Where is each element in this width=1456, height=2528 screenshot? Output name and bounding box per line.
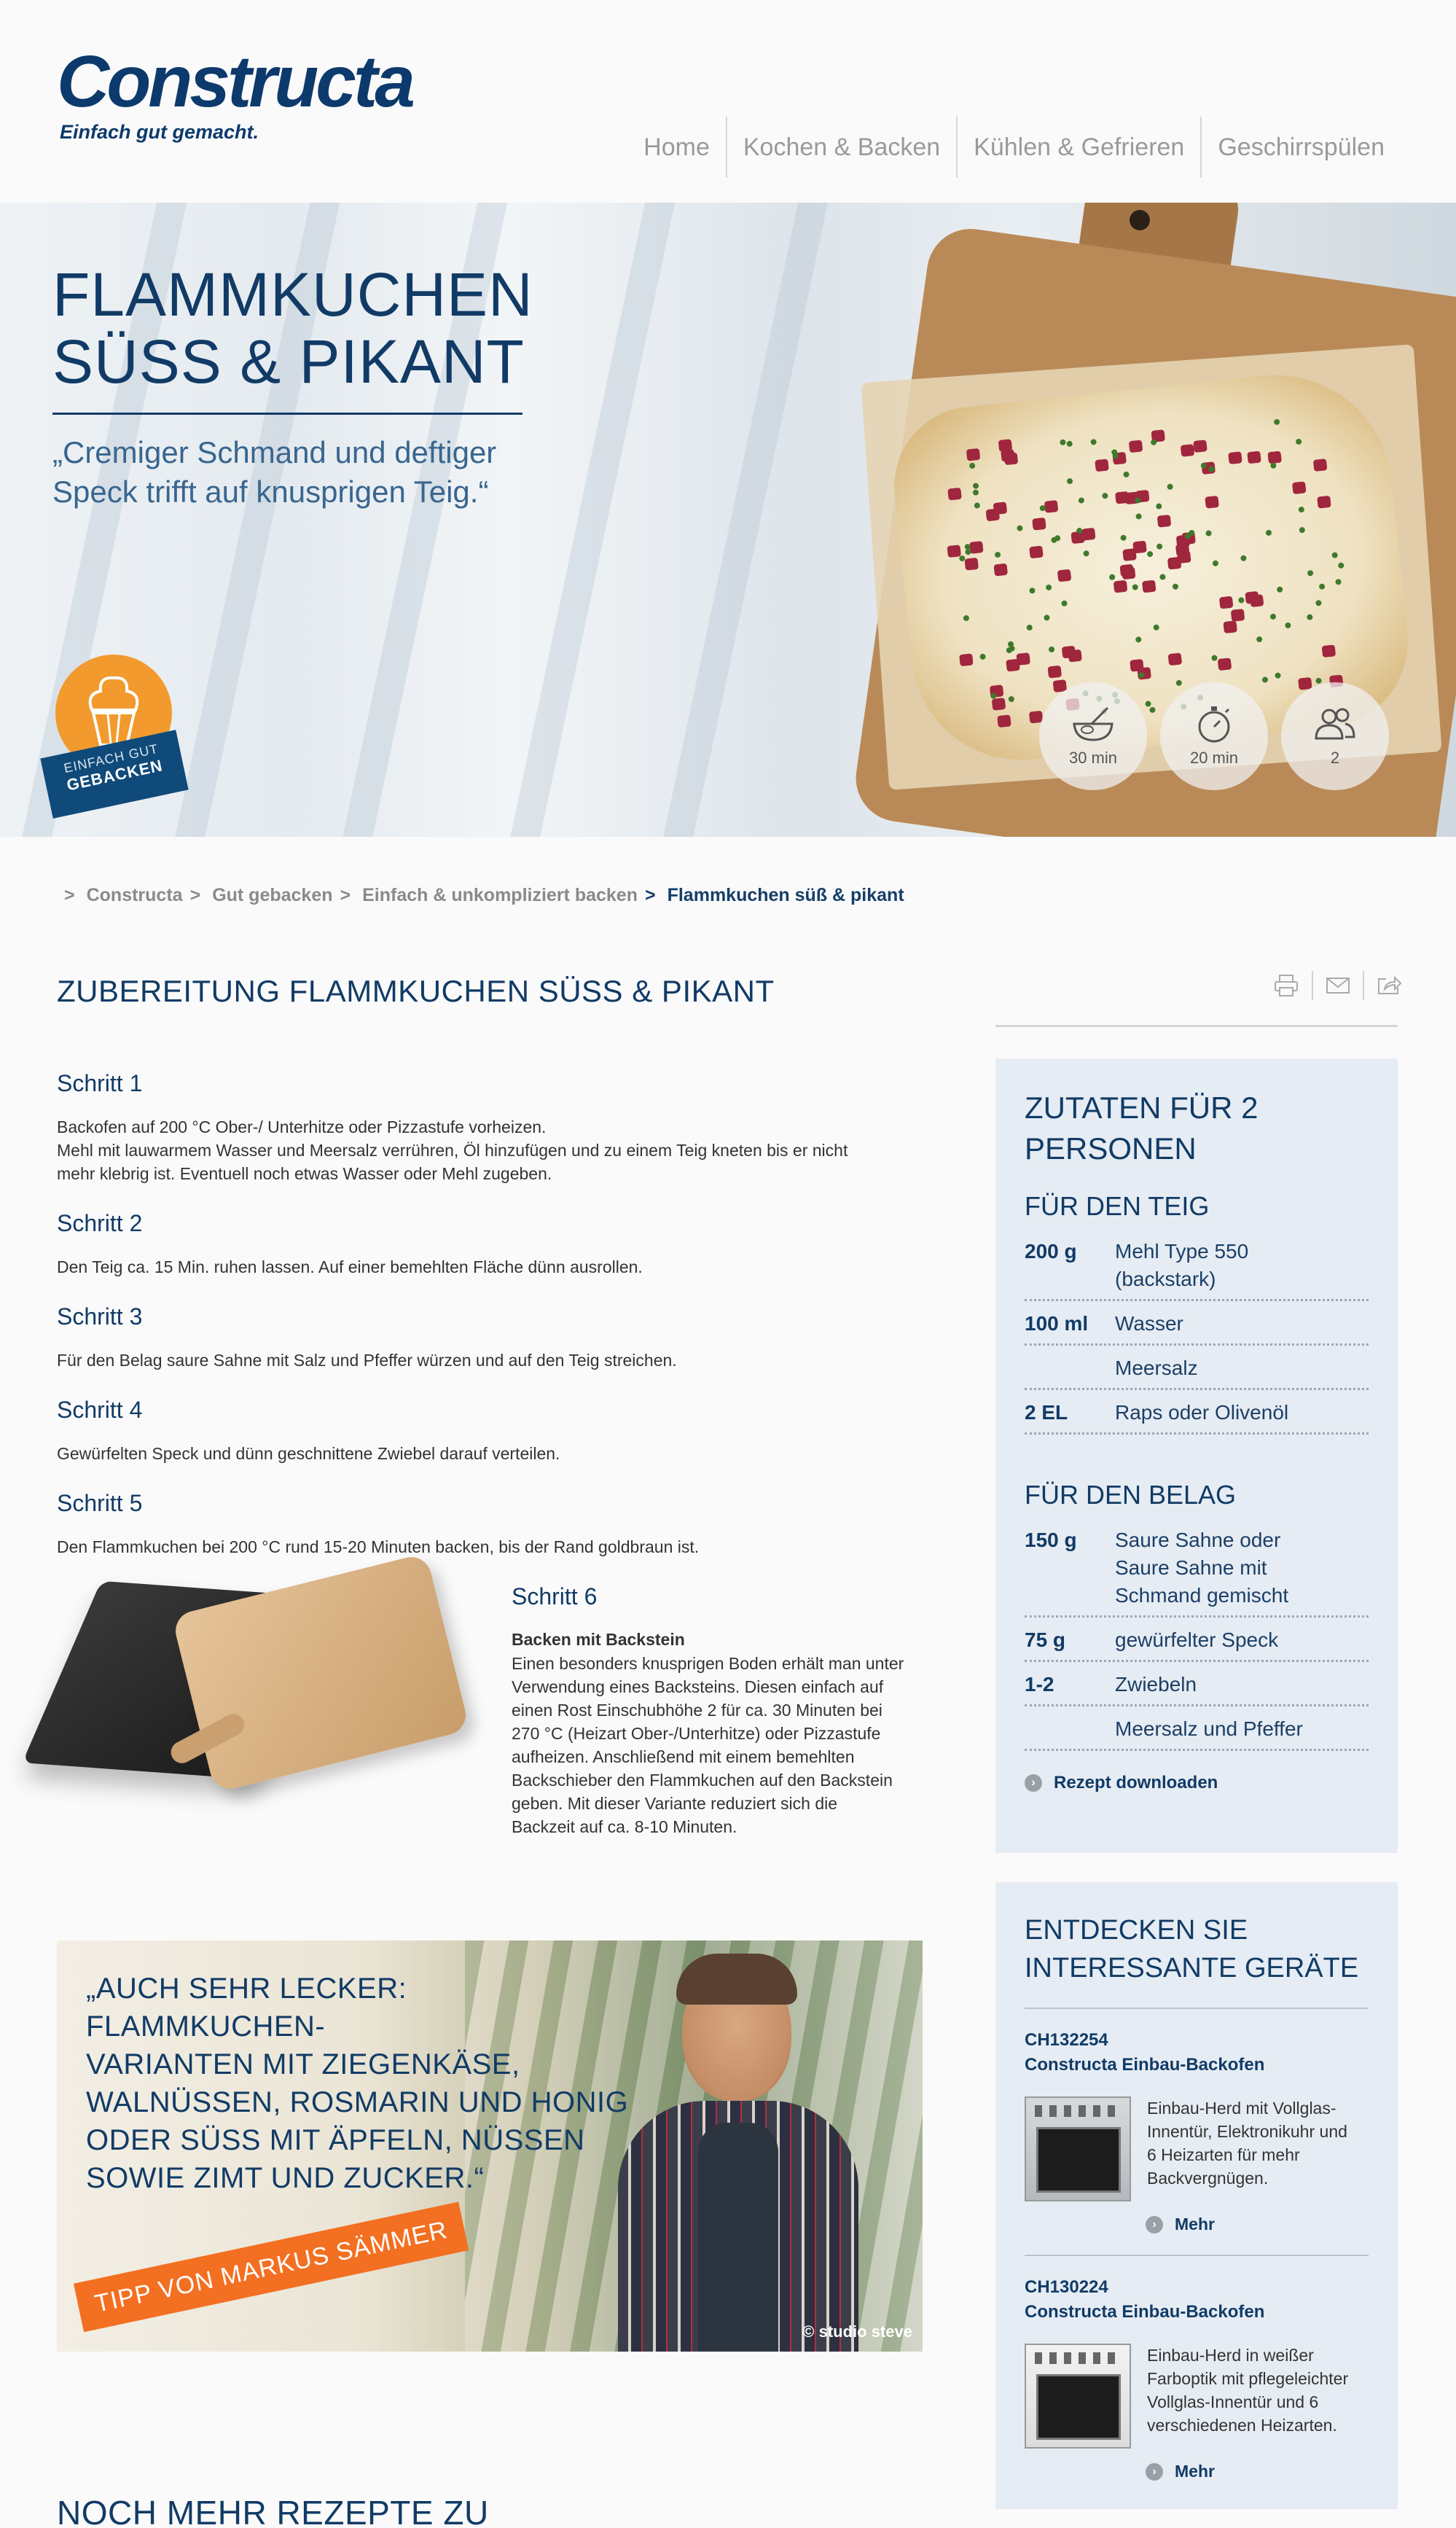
- step-6-subtitle: Backen mit Backstein: [512, 1630, 685, 1649]
- main-nav: Home Kochen & Backen Kühlen & Gefrieren …: [627, 117, 1401, 178]
- device-name[interactable]: CH132254 Constructa Einbau-Backofen: [1025, 2028, 1369, 2078]
- arrow-right-icon: ›: [1146, 2462, 1163, 2481]
- nav-home[interactable]: Home: [627, 117, 726, 178]
- hero-divider: [52, 413, 522, 415]
- oven-image[interactable]: [1025, 2096, 1131, 2201]
- stopwatch-icon: [1198, 706, 1230, 743]
- ingredient-row: 75 g gewürfelter Speck: [1025, 1625, 1369, 1662]
- breadcrumb-item-constructa[interactable]: Constructa: [87, 885, 183, 906]
- constructa-logo[interactable]: Constructa Einfach gut gemacht.: [57, 41, 415, 144]
- ingredient-group-title: FÜR DEN BELAG: [1025, 1480, 1237, 1510]
- hero-banner: FLAMMKUCHEN SÜSS & PIKANT „Cremiger Schm…: [0, 203, 1456, 837]
- device-description: Einbau-Herd mit Vollglas- Innentür, Elek…: [1147, 2099, 1347, 2188]
- nav-kuehlen-gefrieren[interactable]: Kühlen & Gefrieren: [956, 117, 1200, 178]
- breadcrumb: > Constructa > Gut gebacken > Einfach & …: [64, 885, 904, 906]
- device-description: Einbau-Herd in weißer Farboptik mit pfle…: [1147, 2346, 1349, 2435]
- step-5-text: Den Flammkuchen bei 200 °C rund 15-20 Mi…: [57, 1537, 700, 1556]
- ingredients-panel: ZUTATEN FÜR 2 PERSONEN FÜR DEN TEIG 200 …: [995, 1058, 1398, 1853]
- step-4-title: Schritt 4: [57, 1397, 143, 1423]
- arrow-right-icon: ›: [1025, 1774, 1042, 1792]
- step-2-text: Den Teig ca. 15 Min. ruhen lassen. Auf e…: [57, 1257, 643, 1276]
- logo-wordmark: Constructa: [57, 41, 415, 122]
- logo-tagline: Einfach gut gemacht.: [60, 121, 259, 143]
- ingredient-group-title: FÜR DEN TEIG: [1025, 1191, 1210, 1221]
- breadcrumb-item-einfach-backen[interactable]: Einfach & unkompliziert backen: [362, 885, 638, 906]
- device-card: Einbau-Herd in weißer Farboptik mit pfle…: [1025, 2344, 1369, 2449]
- print-button[interactable]: [1261, 971, 1312, 1000]
- step-3-title: Schritt 3: [57, 1303, 143, 1330]
- ingredient-row: 1-2 Zwiebeln: [1025, 1669, 1369, 1706]
- step-1-title: Schritt 1: [57, 1070, 143, 1096]
- nav-geschirrspuelen[interactable]: Geschirrspülen: [1200, 117, 1401, 178]
- device-card: Einbau-Herd mit Vollglas- Innentür, Elek…: [1025, 2096, 1369, 2201]
- step-4-text: Gewürfelten Speck und dünn geschnittene …: [57, 1444, 560, 1463]
- servings-badge: 2: [1281, 682, 1389, 790]
- step-5-title: Schritt 5: [57, 1490, 143, 1516]
- ingredients-title: ZUTATEN FÜR 2 PERSONEN: [1025, 1091, 1259, 1166]
- oven-image[interactable]: [1025, 2344, 1131, 2449]
- ingredient-row: 200 g Mehl Type 550 (backstark): [1025, 1236, 1369, 1301]
- photo-credit: © studio steve: [802, 2322, 912, 2341]
- ingredient-row: Meersalz: [1025, 1353, 1369, 1390]
- device-more-link[interactable]: › Mehr: [1146, 2462, 1369, 2481]
- page-title: ZUBEREITUNG FLAMMKUCHEN SÜSS & PIKANT: [57, 974, 775, 1008]
- devices-title: ENTDECKEN SIE INTERESSANTE GERÄTE: [1025, 1915, 1359, 1983]
- site-header: Constructa Einfach gut gemacht. Home Koc…: [0, 0, 1456, 203]
- recipe-info: 30 min 20 min 2: [1039, 682, 1389, 790]
- badge-ribbon: EINFACH GUT GEBACKEN: [40, 730, 189, 819]
- hero-title: FLAMMKUCHEN SÜSS & PIKANT: [52, 260, 533, 396]
- tip-quote: „AUCH SEHR LECKER: FLAMMKUCHEN- VARIANTE…: [86, 1973, 629, 2194]
- download-recipe-link[interactable]: › Rezept downloaden: [1025, 1773, 1369, 1793]
- step-6-text: Einen besonders knusprigen Boden erhält …: [512, 1654, 904, 1836]
- ingredient-row: Meersalz und Pfeffer: [1025, 1714, 1369, 1751]
- people-icon: [1315, 708, 1355, 740]
- breadcrumb-current: Flammkuchen süß & pikant: [667, 885, 904, 905]
- breadcrumb-item-gut-gebacken[interactable]: Gut gebacken: [212, 885, 332, 906]
- share-icon: [1378, 975, 1402, 994]
- arrow-right-icon: ›: [1146, 2215, 1163, 2234]
- tip-banner: „AUCH SEHR LECKER: FLAMMKUCHEN- VARIANTE…: [57, 1940, 923, 2352]
- breadcrumb-separator: >: [644, 885, 656, 905]
- prep-time-badge: 30 min: [1039, 682, 1147, 790]
- step-3-text: Für den Belag saure Sahne mit Salz und P…: [57, 1351, 677, 1370]
- page-tools: [1261, 971, 1414, 1000]
- device-more-link[interactable]: › Mehr: [1146, 2215, 1369, 2234]
- ingredient-row: 150 g Saure Sahne oder Saure Sahne mit S…: [1025, 1525, 1369, 1618]
- tip-ribbon: TIPP VON MARKUS SÄMMER: [73, 2201, 469, 2333]
- device-name[interactable]: CH130224 Constructa Einbau-Backofen: [1025, 2275, 1369, 2325]
- breadcrumb-separator: >: [189, 885, 201, 905]
- gebacken-badge: EINFACH GUT GEBACKEN: [40, 655, 191, 819]
- more-recipes-heading: NOCH MEHR REZEPTE ZU: [57, 2494, 489, 2528]
- nav-kochen-backen[interactable]: Kochen & Backen: [725, 117, 956, 178]
- step-6-title: Schritt 6: [512, 1583, 598, 1610]
- printer-icon: [1275, 975, 1298, 996]
- breadcrumb-separator: >: [64, 885, 75, 905]
- ingredient-row: 2 EL Raps oder Olivenöl: [1025, 1397, 1369, 1435]
- share-button[interactable]: [1363, 971, 1414, 1000]
- bowl-whisk-icon: [1073, 706, 1113, 741]
- breadcrumb-separator: >: [340, 885, 351, 905]
- email-button[interactable]: [1312, 971, 1363, 1000]
- devices-panel: ENTDECKEN SIE INTERESSANTE GERÄTE CH1322…: [995, 1882, 1398, 2509]
- step-2-title: Schritt 2: [57, 1210, 143, 1236]
- step-1-text: Backofen auf 200 °C Ober-/ Unterhitze od…: [57, 1117, 848, 1183]
- mail-icon: [1326, 978, 1350, 994]
- bake-time-badge: 20 min: [1160, 682, 1268, 790]
- hero-quote: „Cremiger Schmand und deftiger Speck tri…: [52, 435, 497, 509]
- ingredient-row: 100 ml Wasser: [1025, 1308, 1369, 1346]
